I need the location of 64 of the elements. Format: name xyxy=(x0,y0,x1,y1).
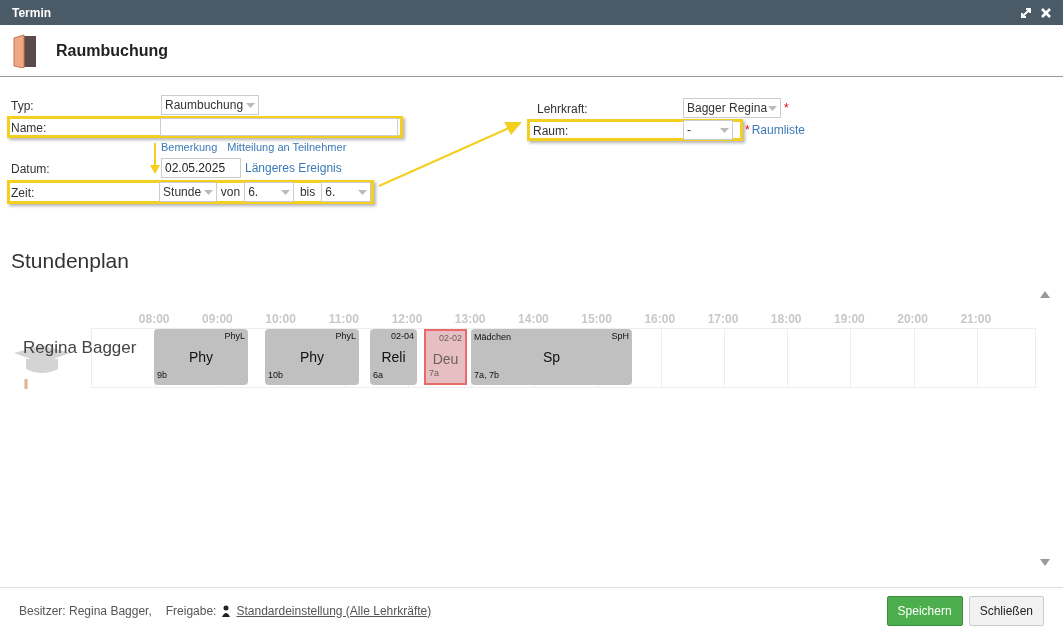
from-dropdown[interactable]: 6. xyxy=(244,182,294,202)
group-label: Mädchen xyxy=(474,331,512,344)
class-label: 10b xyxy=(268,368,284,382)
share-label: Freigabe: xyxy=(165,602,217,620)
field-label: bis xyxy=(298,184,317,201)
unit-dropdown[interactable]: Stunde xyxy=(159,182,217,202)
field-label: Datum: xyxy=(11,162,50,176)
close-button[interactable]: Schließen xyxy=(968,595,1044,626)
link[interactable]: Mitteilung an Teilnehmer xyxy=(227,138,347,156)
dropdown-caret-icon xyxy=(358,189,367,195)
scroll-up-icon[interactable] xyxy=(1040,291,1050,298)
class-label: 6a xyxy=(373,368,383,382)
field-label: Typ: xyxy=(11,99,34,113)
dropdown-caret-icon xyxy=(246,102,255,108)
share-setting-link[interactable]: Standardeinstellung (Alle Lehrkräfte) xyxy=(236,601,432,620)
dropdown-caret-icon xyxy=(280,189,290,195)
subject-label: Deu xyxy=(431,350,460,369)
teacher-dropdown[interactable]: Bagger Regina xyxy=(683,98,781,118)
room-dropdown[interactable]: - xyxy=(683,120,733,140)
room-label: PhyL xyxy=(224,330,245,343)
owner-text: Besitzer: Regina Bagger, xyxy=(19,602,152,620)
person-name: Regina Bagger xyxy=(23,337,137,358)
class-label: 7a xyxy=(429,366,439,380)
door-icon xyxy=(12,33,38,68)
arrow-drawing xyxy=(149,143,161,175)
section-heading: Stundenplan xyxy=(11,248,129,274)
dropdown-caret-icon xyxy=(768,105,777,111)
required-mark: * xyxy=(745,122,750,139)
person-icon xyxy=(222,604,231,617)
field-label: Zeit: xyxy=(11,186,35,200)
field-label: Lehrkraft: xyxy=(537,102,588,116)
class-label: 9b xyxy=(157,368,167,382)
dropdown-caret-icon xyxy=(720,127,729,133)
required-mark: * xyxy=(784,100,789,117)
field-label: von xyxy=(219,184,242,201)
to-dropdown[interactable]: 6. xyxy=(321,182,371,202)
dropdown-caret-icon xyxy=(203,189,213,195)
dialog-heading: Raumbuchung xyxy=(56,40,168,61)
subject-label: Reli xyxy=(380,348,407,367)
class-label: 7a, 7b xyxy=(474,368,500,382)
lesson-block[interactable]: PhyL Phy 10b xyxy=(265,329,359,385)
room-label: PhyL xyxy=(335,330,356,343)
lesson-block[interactable]: 02-02 Deu 7a xyxy=(424,329,467,385)
subject-label: Phy xyxy=(298,348,326,367)
room-list-link[interactable]: Raumliste xyxy=(751,121,806,139)
room-label: 02-04 xyxy=(390,330,414,343)
lesson-block[interactable]: Mädchen SpH Sp 7a, 7b xyxy=(471,329,632,385)
window-title: Termin xyxy=(12,4,52,22)
field-label: Name: xyxy=(11,121,47,135)
lesson-block[interactable]: PhyL Phy 9b xyxy=(154,329,248,385)
close-icon[interactable] xyxy=(1041,7,1051,18)
maximize-icon[interactable] xyxy=(1021,7,1031,18)
subject-label: Phy xyxy=(187,348,215,367)
room-label: 02-02 xyxy=(438,332,462,345)
lesson-block[interactable]: 02-04 Reli 6a xyxy=(370,329,417,385)
longer-event-link[interactable]: Längeres Ereignis xyxy=(245,159,342,177)
name-input[interactable] xyxy=(160,118,398,136)
link[interactable]: Bemerkung xyxy=(161,138,218,156)
field-label: Raum: xyxy=(533,124,569,138)
subject-label: Sp xyxy=(541,348,562,367)
type-dropdown[interactable]: Raumbuchung xyxy=(161,95,259,115)
date-input[interactable]: 02.05.2025 xyxy=(161,158,241,178)
scroll-down-icon[interactable] xyxy=(1040,559,1050,566)
room-label: SpH xyxy=(611,330,629,343)
